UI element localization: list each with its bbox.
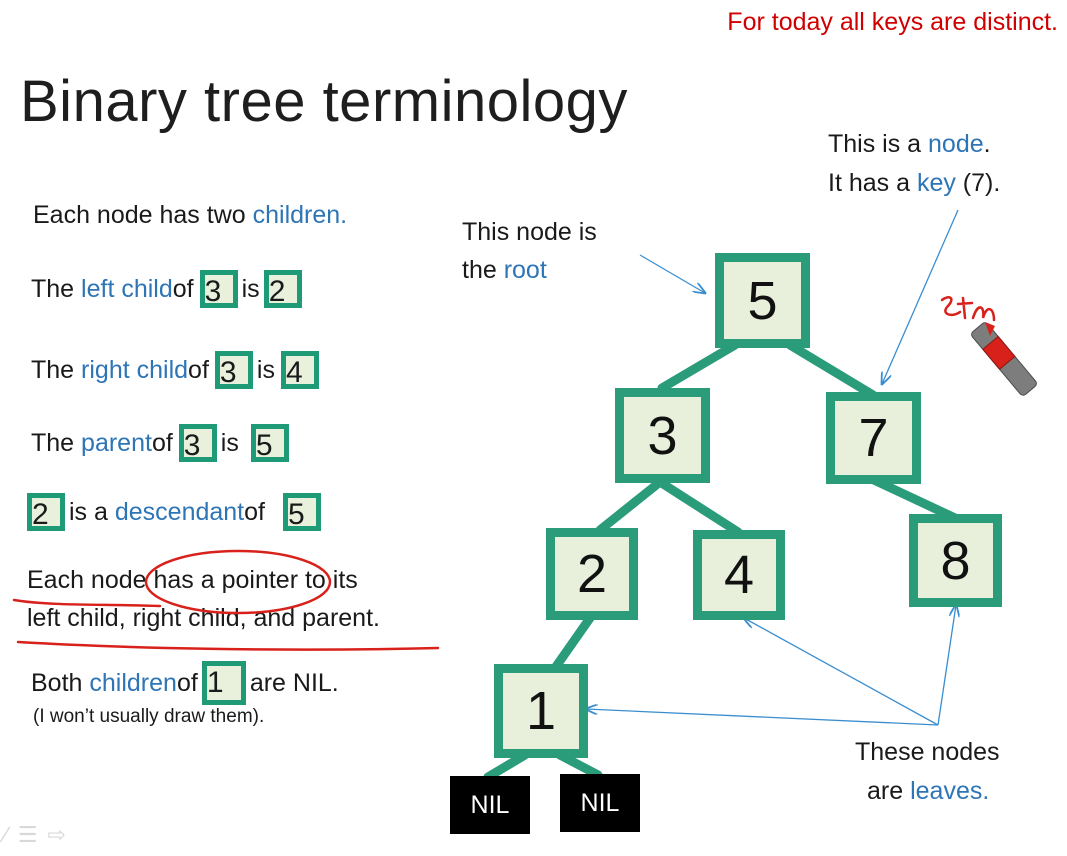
term-node: node [928, 130, 984, 158]
next-arrow-icon[interactable]: ⇨ [47, 822, 75, 847]
marker-pen-icon [971, 322, 1037, 396]
tree-node-3: 3 [615, 388, 710, 483]
nil-node-right: NIL [560, 774, 640, 832]
pen-tool-icon[interactable]: ∕ [4, 822, 18, 847]
leaves-label-line-2: are leaves. [867, 777, 990, 805]
root-label-line-2: the root [462, 256, 547, 284]
menu-icon[interactable]: ☰ [18, 822, 48, 847]
tree-node-5: 5 [715, 253, 810, 348]
tree-node-2: 2 [546, 528, 638, 620]
tree-node-4: 4 [693, 530, 785, 620]
nil-node-left: NIL [450, 776, 530, 834]
term-key: key [916, 169, 956, 197]
node-label-line-2: It has a key (7). [828, 169, 1001, 197]
tree-node-8: 8 [909, 514, 1002, 607]
slide-controls[interactable]: ∕☰⇨ [4, 822, 76, 848]
tree-node-1: 1 [494, 664, 588, 758]
root-label-line-1: This node is [462, 218, 597, 246]
leaves-label-line-1: These nodes [855, 738, 1000, 766]
node-label-line-1: This is a node. [828, 130, 991, 158]
tree-node-7: 7 [826, 392, 921, 484]
term-leaves: leaves. [910, 777, 990, 805]
term-root: root [503, 256, 547, 284]
